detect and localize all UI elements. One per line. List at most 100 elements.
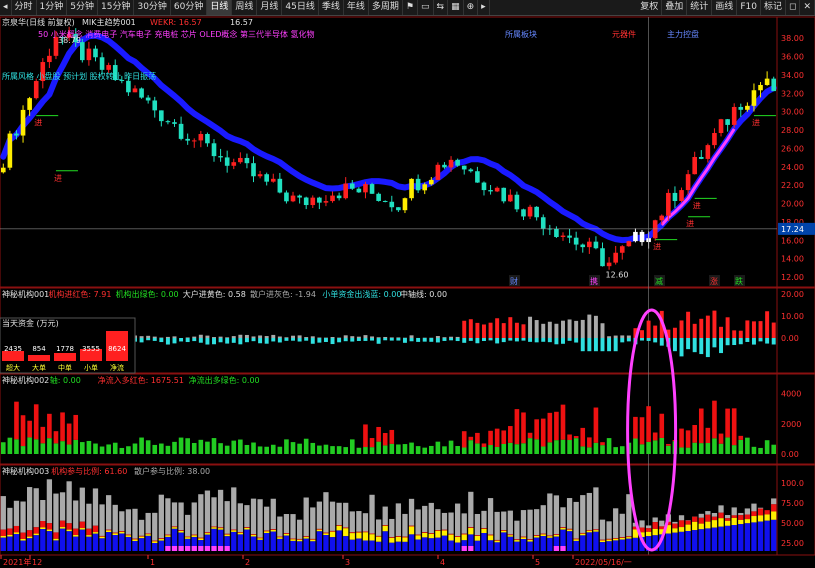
panel3-red-bar: [633, 416, 638, 439]
panel4-blue-bar: [527, 541, 533, 551]
panel4-yellow-bar: [395, 536, 402, 542]
panel4-red-bar: [283, 533, 290, 534]
panel4-gray-bar: [0, 496, 6, 530]
panel4-yellow-bar: [329, 531, 336, 538]
panel4-gray-bar: [461, 513, 467, 534]
panel4-blue-bar: [336, 530, 342, 551]
flag-icon[interactable]: ⚑: [403, 0, 418, 15]
panel4-gray-bar: [165, 498, 171, 535]
panel3-green-bar: [198, 439, 204, 454]
toolbar-right-item-0[interactable]: 复权: [637, 0, 663, 15]
panel4-gray-bar: [40, 499, 46, 522]
candle: [402, 198, 408, 211]
period-tab-6[interactable]: 日线: [207, 0, 233, 15]
panel4-red-bar: [678, 520, 685, 528]
panel4-blue-bar: [257, 539, 263, 551]
panel2-bar-positive: [370, 336, 375, 338]
toolbar-right-item-3[interactable]: 画线: [712, 0, 738, 15]
forward-icon[interactable]: ▸: [478, 0, 490, 15]
panel4-blue-bar: [310, 541, 316, 551]
panel4-gray-bar: [507, 510, 513, 535]
panel4-gray-bar: [573, 501, 579, 539]
panel4-gray-bar: [435, 509, 441, 531]
panel2-bar-positive: [705, 315, 710, 338]
panel4-red-bar: [336, 525, 342, 526]
panel4-blue-bar: [369, 540, 375, 551]
panel2-bar-negative: [640, 338, 644, 341]
period-tab-2[interactable]: 5分钟: [67, 0, 99, 15]
panel4-magenta-mark: [198, 546, 204, 551]
panel4-blue-bar: [718, 526, 724, 551]
candle: [613, 252, 618, 263]
period-tab-5[interactable]: 60分钟: [171, 0, 208, 15]
panel4-yellow-bar: [53, 538, 59, 541]
panel3-red-bar: [718, 433, 724, 444]
panel4-gray-bar: [185, 514, 191, 537]
panel4-gray-bar: [362, 513, 369, 532]
panel2-bar-negative: [363, 338, 368, 341]
panel3-green-bar: [455, 446, 460, 454]
period-tab-4[interactable]: 30分钟: [134, 0, 171, 15]
window-icon[interactable]: ▭: [418, 0, 434, 15]
candle: [152, 100, 158, 111]
x-axis-label: 2: [245, 558, 250, 567]
panel4-gray-bar: [711, 512, 718, 517]
grid-icon[interactable]: ▦: [448, 0, 464, 15]
period-tab-3[interactable]: 15分钟: [98, 0, 135, 15]
period-tab-8[interactable]: 月线: [257, 0, 283, 15]
toolbar-right-item-1[interactable]: 叠加: [662, 0, 688, 15]
close-window-icon[interactable]: ✕: [800, 0, 815, 15]
panel4-red-bar: [145, 533, 151, 535]
panel3-green-bar: [349, 439, 355, 454]
panel4-gray-bar: [329, 501, 336, 531]
panel4-yellow-bar: [547, 536, 553, 538]
toolbar-back-icon[interactable]: ◂: [0, 0, 12, 15]
panel3-red-bar: [587, 437, 592, 448]
panel2-bar-negative: [218, 338, 223, 343]
panel2-bar-negative: [541, 338, 546, 342]
panel3-red-bar: [573, 436, 579, 439]
period-tab-10[interactable]: 季线: [319, 0, 344, 15]
panel2-bar-negative: [258, 338, 263, 344]
panel2-bar-positive: [771, 322, 776, 338]
price-tick-label: 28.00: [781, 126, 804, 135]
panel2-bar-positive: [462, 320, 467, 338]
panel2-bar-positive: [376, 337, 381, 338]
toolbar-right-item-4[interactable]: F10: [737, 0, 761, 15]
period-tab-1[interactable]: 1分钟: [37, 0, 68, 15]
candle: [501, 187, 507, 202]
candle: [475, 171, 480, 183]
period-tab-11[interactable]: 年线: [344, 0, 369, 15]
panel4-blue-bar: [277, 538, 283, 551]
panel3-green-bar: [303, 438, 309, 454]
swap-icon[interactable]: ⇆: [434, 0, 449, 15]
panel4-red-bar: [547, 535, 553, 537]
toolbar-right-item-2[interactable]: 统计: [687, 0, 713, 15]
panel4-blue-bar: [448, 540, 454, 551]
period-tab-12[interactable]: 多周期: [369, 0, 403, 15]
panel4-yellow-bar: [514, 540, 520, 542]
panel4-yellow-bar: [586, 530, 592, 533]
panel2-bar-positive: [738, 330, 743, 338]
zoom-icon[interactable]: ⊕: [464, 0, 479, 15]
candle: [415, 178, 421, 191]
panel4-yellow-bar: [461, 534, 467, 541]
toolbar-right-item-5[interactable]: 标记: [761, 0, 786, 15]
panel3-green-bar: [731, 445, 737, 454]
period-tab-9[interactable]: 45日线: [282, 0, 319, 15]
panel4-red-bar: [586, 529, 592, 531]
panel3-green-bar: [99, 446, 105, 454]
panel4-red-bar: [310, 538, 316, 540]
panel4-blue-bar: [428, 538, 434, 551]
panel4-blue-bar: [435, 537, 441, 551]
restore-window-icon[interactable]: ◻: [786, 0, 801, 15]
panel4-blue-bar: [599, 542, 606, 551]
period-tab-7[interactable]: 周线: [232, 0, 258, 15]
panel4-yellow-bar: [204, 533, 211, 535]
panel4-blue-bar: [20, 540, 26, 551]
panel4-yellow-bar: [132, 539, 138, 542]
panel4-red-bar: [494, 539, 500, 541]
panel3-green-bar: [14, 439, 19, 454]
period-tab-0[interactable]: 分时: [12, 0, 37, 15]
panel2-bar-positive: [231, 336, 236, 338]
